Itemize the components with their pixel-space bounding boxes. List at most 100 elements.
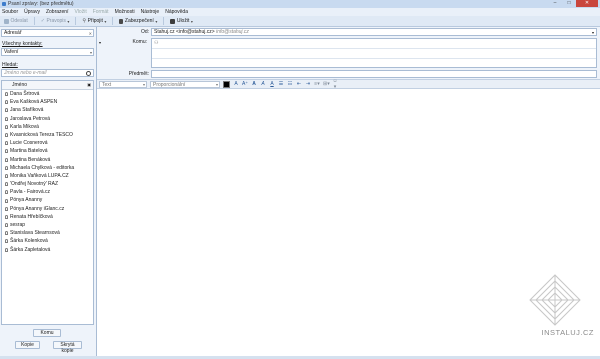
indent-icon[interactable]: ⇥ <box>305 81 311 87</box>
underline-icon[interactable]: A <box>269 81 275 87</box>
from-identity: info@stahuj.cz <box>214 29 249 35</box>
numbered-list-icon[interactable]: ☷ <box>287 81 293 87</box>
window-controls: – □ ✕ <box>548 0 598 7</box>
person-icon <box>5 198 8 203</box>
contact-name: Jana Staříková <box>10 107 44 114</box>
bold-icon[interactable]: A <box>251 81 257 87</box>
insert-icon[interactable]: ⊞▾ <box>323 81 330 87</box>
add-cc-button[interactable]: Kopie <box>15 341 40 349</box>
from-select[interactable]: Stahuj.cz <info@stahuj.cz> info@stahuj.c… <box>151 28 597 36</box>
watermark-logo <box>529 274 581 326</box>
contact-name: Lucie Cosnerová <box>10 140 48 147</box>
person-icon <box>5 141 8 146</box>
spellcheck-icon: ✓ <box>40 18 45 24</box>
contact-item[interactable]: Jaroslava Petrová <box>2 115 93 123</box>
contact-name: Martina Batelová <box>10 148 48 155</box>
contact-item[interactable]: Eva Kašková ASPEN <box>2 98 93 106</box>
close-icon[interactable]: ✕ <box>89 30 92 37</box>
send-icon <box>4 18 9 24</box>
align-icon[interactable]: ≡▾ <box>314 81 320 87</box>
recipient-row[interactable]: ⚇ <box>152 39 596 49</box>
contact-item[interactable]: Karla Miková <box>2 123 93 131</box>
attach-button[interactable]: ⚲ Připojit ▾ <box>80 17 108 26</box>
send-label: Odeslat <box>10 18 28 24</box>
menu-format[interactable]: Formát <box>93 8 109 16</box>
column-header-name[interactable]: Jméno ▣ <box>2 81 93 90</box>
recipient-row-empty[interactable] <box>152 49 596 59</box>
minimize-button[interactable]: – <box>548 0 562 7</box>
person-icon <box>5 108 8 113</box>
person-icon <box>5 239 8 244</box>
contact-item[interactable]: 'Ondřej Novotný' RAZ <box>2 180 93 188</box>
contact-item[interactable]: Pónya Ananny <box>2 196 93 204</box>
menu-vlozit[interactable]: Vložit <box>74 8 86 16</box>
contact-item[interactable]: Pavla - Fairová.cz <box>2 188 93 196</box>
from-label: Od: <box>140 29 149 35</box>
security-button[interactable]: Zabezpečení ▾ <box>117 17 159 26</box>
chevron-down-icon: ▾ <box>155 18 158 24</box>
paragraph-style-select[interactable]: Text ▾ <box>99 80 147 88</box>
person-icon <box>5 247 8 252</box>
lock-icon <box>119 18 124 24</box>
contact-item[interactable]: Monika Vaňková LUPA.CZ <box>2 172 93 180</box>
recipient-type-select[interactable]: ▾ Komu: <box>97 38 149 47</box>
close-button[interactable]: ✕ <box>576 0 598 7</box>
paperclip-icon: ⚲ <box>82 18 87 24</box>
spellcheck-button[interactable]: ✓ Pravopis ▾ <box>39 17 72 26</box>
contact-item[interactable]: Pónya Ananny iGlanc.cz <box>2 205 93 213</box>
contact-card-icon: ⚇ <box>154 40 159 46</box>
contact-item[interactable]: Šárka Zapletalová <box>2 246 93 254</box>
font-smaller-icon[interactable]: A <box>233 81 239 87</box>
contact-item[interactable]: Stanislava Stearnsová <box>2 229 93 237</box>
person-icon <box>5 190 8 195</box>
from-value: Stahuj.cz <info@stahuj.cz> <box>154 29 215 35</box>
contact-item[interactable]: Renata Hřebíčková <box>2 213 93 221</box>
toolbar-separator <box>112 17 114 25</box>
contact-name: Pónya Ananny iGlanc.cz <box>10 205 65 212</box>
group-select[interactable]: Vaření ▾ <box>1 48 94 56</box>
person-icon <box>5 149 8 154</box>
contact-item[interactable]: Michaela Chylková - editorka <box>2 164 93 172</box>
bullet-list-icon[interactable]: ☰ <box>278 81 284 87</box>
add-bcc-button[interactable]: Skrytá kopie <box>53 341 82 354</box>
column-picker-icon[interactable]: ▣ <box>87 81 91 89</box>
contact-item[interactable]: Kvasnicková Tereza TESCO <box>2 131 93 139</box>
menu-napoveda[interactable]: Nápověda <box>165 8 188 16</box>
contact-item[interactable]: Jana Staříková <box>2 106 93 114</box>
menu-soubor[interactable]: Soubor <box>2 8 18 16</box>
send-button[interactable]: Odeslat <box>2 17 30 26</box>
italic-icon[interactable]: A <box>260 81 266 87</box>
contact-name: Renata Hřebíčková <box>10 213 53 220</box>
contact-item[interactable]: Dana Šrtrová <box>2 90 93 98</box>
floppy-icon <box>170 18 176 24</box>
maximize-button[interactable]: □ <box>562 0 576 7</box>
outdent-icon[interactable]: ⇤ <box>296 81 302 87</box>
person-icon <box>5 214 8 219</box>
font-value: Proporcionální <box>153 81 186 88</box>
menu-upravy[interactable]: Úpravy <box>24 8 40 16</box>
chevron-down-icon: ▾ <box>104 18 107 24</box>
person-icon <box>5 157 8 162</box>
menu-nastroje[interactable]: Nástroje <box>141 8 160 16</box>
subject-input[interactable] <box>151 70 597 78</box>
font-select[interactable]: Proporcionální ▾ <box>150 80 220 88</box>
contact-item[interactable]: Martina Benáková <box>2 156 93 164</box>
person-icon <box>5 231 8 236</box>
contact-item[interactable]: Lucie Cosnerová <box>2 139 93 147</box>
security-label: Zabezpečení <box>124 18 154 24</box>
search-input[interactable]: Jméno nebo e-mail <box>1 69 94 77</box>
column-name-label: Jméno <box>12 82 28 88</box>
all-contacts-label: Všechny kontakty: <box>2 41 43 47</box>
text-color-icon[interactable] <box>223 80 230 88</box>
save-button[interactable]: Uložit ▾ <box>168 17 195 26</box>
menu-zobrazeni[interactable]: Zobrazení <box>46 8 69 16</box>
contact-item[interactable]: Šárka Kolenková <box>2 237 93 245</box>
font-larger-icon[interactable]: A⁺ <box>242 81 248 87</box>
contact-item[interactable]: Martina Batelová <box>2 147 93 155</box>
search-label: Hledat: <box>2 62 18 68</box>
recipient-row-empty[interactable] <box>152 59 596 68</box>
menu-moznosti[interactable]: Možnosti <box>115 8 135 16</box>
add-to-button[interactable]: Komu <box>33 329 61 337</box>
format-toolbar: Text ▾ Proporcionální ▾ A A⁺ A A A ☰ ☷ ⇤… <box>97 78 600 90</box>
contact-item[interactable]: sesrap <box>2 221 93 229</box>
